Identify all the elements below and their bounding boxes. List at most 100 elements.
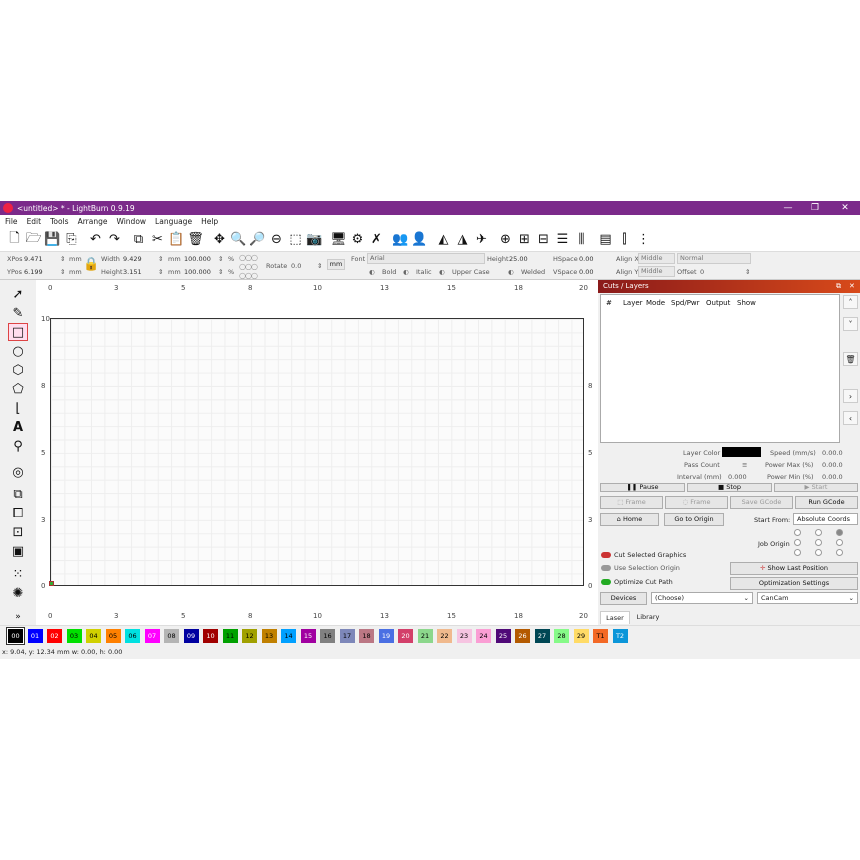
job-origin-radio[interactable] xyxy=(794,539,801,546)
monitor-icon[interactable]: 🖥 xyxy=(330,231,347,248)
unit-toggle-button[interactable]: mm xyxy=(327,259,345,270)
palette-swatch-10[interactable]: 10 xyxy=(203,629,218,643)
float-panel-icon[interactable]: ⧉ xyxy=(836,280,841,293)
spin-icon[interactable]: ⇕ xyxy=(60,268,65,276)
port-combo[interactable]: (Choose) ⌄ xyxy=(651,592,753,604)
job-origin-radio[interactable] xyxy=(836,529,843,536)
restore-button[interactable]: ❐ xyxy=(803,201,827,215)
move-layer-down-icon[interactable]: ˅ xyxy=(843,317,858,331)
camera-icon[interactable]: 📷 xyxy=(306,231,323,248)
zoom-frame-icon[interactable]: ⬚ xyxy=(287,231,304,248)
palette-swatch-17[interactable]: 17 xyxy=(339,629,355,643)
pause-button[interactable]: ❚❚ Pause xyxy=(600,483,685,492)
palette-swatch-15[interactable]: 15 xyxy=(300,629,316,643)
alignx-combo[interactable]: Middle xyxy=(638,253,675,264)
palette-swatch-25[interactable]: 25 xyxy=(495,629,511,643)
work-area[interactable] xyxy=(50,318,584,586)
zoom-fit-icon[interactable]: ⊖ xyxy=(268,231,285,248)
palette-swatch-19[interactable]: 19 xyxy=(378,629,394,643)
welded-toggle-icon[interactable]: ◐ xyxy=(508,268,514,276)
menu-arrange[interactable]: Arrange xyxy=(78,217,108,226)
pentagon-icon[interactable]: ⬠ xyxy=(8,380,28,398)
palette-swatch-14[interactable]: 14 xyxy=(281,629,296,643)
palette-swatch-06[interactable]: 06 xyxy=(125,629,140,643)
cuts-table[interactable]: # Layer Mode Spd/Pwr Output Show xyxy=(600,294,840,443)
select-icon[interactable]: ➚ xyxy=(8,285,28,303)
move-icon[interactable]: ✥ xyxy=(211,231,228,248)
close-button[interactable]: ✕ xyxy=(833,201,857,215)
width-field[interactable]: 9.429 xyxy=(123,255,142,263)
menu-tools[interactable]: Tools xyxy=(50,217,68,226)
cut-icon[interactable]: ✂ xyxy=(149,231,166,248)
palette-swatch-05[interactable]: 05 xyxy=(105,629,121,643)
spin-icon[interactable]: ⇕ xyxy=(158,255,163,263)
stop-button[interactable]: ■ Stop xyxy=(687,483,772,492)
zoom-out-icon[interactable]: 🔎 xyxy=(249,231,266,248)
undo-icon[interactable]: ↶ xyxy=(87,231,104,248)
mirror-v-icon[interactable]: ◮ xyxy=(454,231,471,248)
job-origin-radio[interactable] xyxy=(836,539,843,546)
save-as-icon[interactable]: ⎘ xyxy=(63,231,80,248)
show-last-position-button[interactable]: ✛ Show Last Position xyxy=(730,562,858,575)
palette-swatch-07[interactable]: 07 xyxy=(144,629,160,643)
polygon-icon[interactable]: ⬡ xyxy=(8,361,28,379)
edit-nodes-icon[interactable]: ✎ xyxy=(8,304,28,322)
save-icon[interactable]: 💾 xyxy=(44,231,61,248)
send-icon[interactable]: ✈ xyxy=(473,231,490,248)
text-icon[interactable]: A xyxy=(8,418,28,436)
palette-swatch-t2[interactable]: T2 xyxy=(612,629,628,643)
palette-swatch-29[interactable]: 29 xyxy=(573,629,589,643)
more-icon[interactable]: » xyxy=(8,608,28,626)
optimization-settings-button[interactable]: Optimization Settings xyxy=(730,577,858,590)
close-panel-icon[interactable]: ✕ xyxy=(849,280,855,293)
italic-toggle-icon[interactable]: ◐ xyxy=(403,268,409,276)
power-min-field[interactable]: 0.00.0 xyxy=(822,473,843,481)
offset-icon[interactable]: ◎ xyxy=(8,463,28,481)
pass-count-field[interactable]: ≡ xyxy=(742,461,747,469)
menu-language[interactable]: Language xyxy=(155,217,192,226)
paste-icon[interactable]: 📋 xyxy=(168,231,185,248)
xpos-field[interactable]: 9.471 xyxy=(24,255,43,263)
zoom-in-icon[interactable]: 🔍 xyxy=(230,231,247,248)
open-folder-icon[interactable]: 🗁 xyxy=(25,231,42,248)
palette-swatch-18[interactable]: 18 xyxy=(359,629,374,643)
frame-rect-button[interactable]: ⬚ Frame xyxy=(600,496,663,509)
align-icon[interactable]: ⊞ xyxy=(516,231,533,248)
move-layer-up-icon[interactable]: ˄ xyxy=(843,295,858,309)
device-combo[interactable]: CanCam ⌄ xyxy=(757,592,858,604)
menu-edit[interactable]: Edit xyxy=(27,217,42,226)
ypos-field[interactable]: 6.199 xyxy=(24,268,43,276)
start-button[interactable]: ▶ Start xyxy=(774,483,858,492)
column-header[interactable]: Spd/Pwr xyxy=(671,299,700,307)
settings-icon[interactable]: ⚙ xyxy=(349,231,366,248)
column-header[interactable]: Layer xyxy=(623,299,643,307)
column-header[interactable]: Output xyxy=(706,299,730,307)
palette-swatch-26[interactable]: 26 xyxy=(515,629,530,643)
redo-icon[interactable]: ↷ xyxy=(106,231,123,248)
hspace-field[interactable]: 0.00 xyxy=(579,255,593,263)
grid-array-icon[interactable]: ⁙ xyxy=(8,565,28,583)
spin-icon[interactable]: ⇕ xyxy=(218,255,223,263)
distribute-icon[interactable]: ⊟ xyxy=(535,231,552,248)
power-max-field[interactable]: 0.00.0 xyxy=(822,461,843,469)
job-origin-radio[interactable] xyxy=(815,529,822,536)
layer-color-swatch[interactable] xyxy=(722,447,761,457)
home-button[interactable]: ⌂ Home xyxy=(600,513,659,526)
column-header[interactable]: Mode xyxy=(646,299,665,307)
column-header[interactable]: Show xyxy=(737,299,756,307)
target-icon[interactable]: ⊕ xyxy=(497,231,514,248)
uppercase-toggle-icon[interactable]: ◐ xyxy=(439,268,445,276)
dock-icon[interactable]: ⫿ xyxy=(616,231,633,248)
menu-file[interactable]: File xyxy=(5,217,18,226)
new-file-icon[interactable]: 🗋 xyxy=(6,231,23,248)
user-icon[interactable]: 👤 xyxy=(411,231,428,248)
palette-swatch-08[interactable]: 08 xyxy=(164,629,179,643)
mirror-h-icon[interactable]: ◭ xyxy=(435,231,452,248)
collapse-left-icon[interactable]: ‹ xyxy=(843,411,858,425)
scale-height-field[interactable]: 100.000 xyxy=(184,268,211,276)
frame-round-button[interactable]: ◌ Frame xyxy=(665,496,728,509)
tab-laser[interactable]: Laser xyxy=(600,611,630,624)
group-icon[interactable]: ▤ xyxy=(597,231,614,248)
align-center-icon[interactable]: ☰ xyxy=(554,231,571,248)
copy-icon[interactable]: ⧉ xyxy=(130,231,147,248)
